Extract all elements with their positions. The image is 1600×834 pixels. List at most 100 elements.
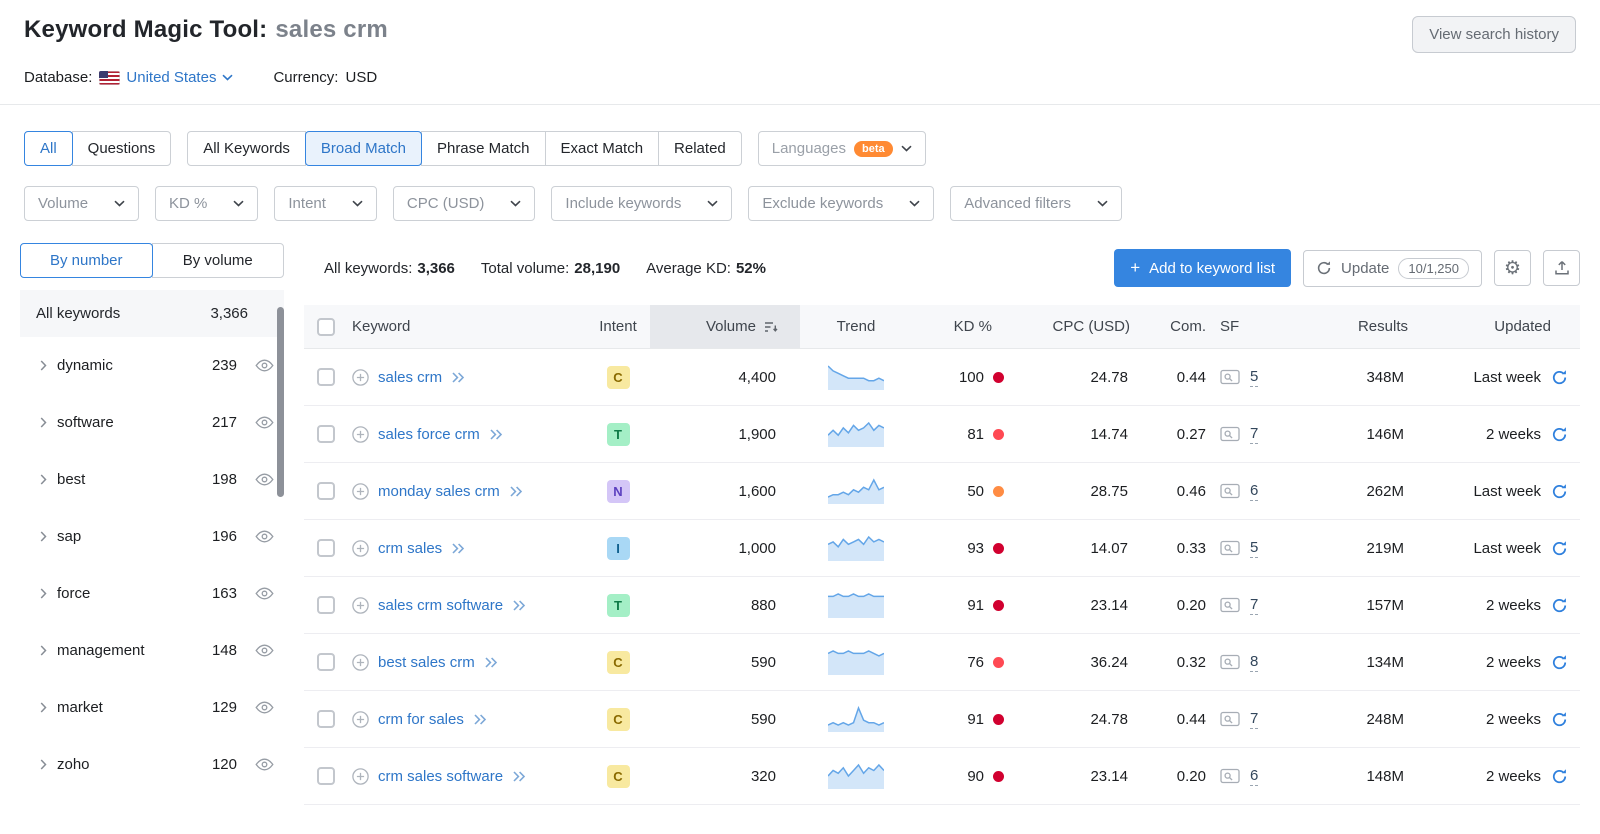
row-checkbox[interactable] xyxy=(317,539,335,557)
tab-phrase-match[interactable]: Phrase Match xyxy=(420,131,546,166)
sf-count[interactable]: 5 xyxy=(1250,539,1259,558)
sidebar-header[interactable]: All keywords 3,366 xyxy=(20,290,284,337)
sf-count[interactable]: 6 xyxy=(1250,767,1259,786)
serp-features-icon[interactable] xyxy=(1220,540,1240,556)
sidebar-scrollbar[interactable] xyxy=(277,307,284,497)
expand-keyword-icon[interactable] xyxy=(451,371,465,383)
refresh-icon[interactable] xyxy=(1551,426,1568,443)
expand-keyword-icon[interactable] xyxy=(489,428,503,440)
add-keyword-icon[interactable] xyxy=(352,539,369,557)
sf-count[interactable]: 7 xyxy=(1250,596,1259,615)
keyword-group-row[interactable]: best 198 xyxy=(20,451,284,508)
add-keyword-icon[interactable] xyxy=(352,710,369,728)
keyword-group-row[interactable]: market 129 xyxy=(20,679,284,736)
view-search-history-button[interactable]: View search history xyxy=(1412,16,1576,53)
serp-features-icon[interactable] xyxy=(1220,711,1240,727)
serp-features-icon[interactable] xyxy=(1220,654,1240,670)
col-trend[interactable]: Trend xyxy=(800,318,912,335)
row-checkbox[interactable] xyxy=(317,596,335,614)
col-kd[interactable]: KD % xyxy=(912,318,1012,335)
refresh-icon[interactable] xyxy=(1551,540,1568,557)
tab-broad-match[interactable]: Broad Match xyxy=(304,131,422,166)
col-com[interactable]: Com. xyxy=(1134,318,1210,335)
refresh-icon[interactable] xyxy=(1551,483,1568,500)
tab-questions[interactable]: Questions xyxy=(71,131,172,166)
keyword-group-row[interactable]: dynamic 239 xyxy=(20,337,284,394)
eye-icon[interactable] xyxy=(255,416,274,429)
row-checkbox[interactable] xyxy=(317,482,335,500)
keyword-link[interactable]: best sales crm xyxy=(378,654,475,671)
serp-features-icon[interactable] xyxy=(1220,768,1240,784)
eye-icon[interactable] xyxy=(255,473,274,486)
serp-features-icon[interactable] xyxy=(1220,597,1240,613)
refresh-icon[interactable] xyxy=(1551,597,1568,614)
add-keyword-icon[interactable] xyxy=(352,596,369,614)
row-checkbox[interactable] xyxy=(317,425,335,443)
tab-exact-match[interactable]: Exact Match xyxy=(544,131,660,166)
filter-dropdown[interactable]: Include keywords xyxy=(551,186,733,221)
filter-dropdown[interactable]: Advanced filters xyxy=(950,186,1122,221)
expand-keyword-icon[interactable] xyxy=(473,713,487,725)
select-all-checkbox[interactable] xyxy=(317,317,335,336)
tab-all[interactable]: All xyxy=(24,131,73,166)
col-volume[interactable]: Volume xyxy=(650,305,800,348)
col-results[interactable]: Results xyxy=(1300,318,1412,335)
sf-count[interactable]: 7 xyxy=(1250,710,1259,729)
keyword-link[interactable]: sales crm software xyxy=(378,597,503,614)
eye-icon[interactable] xyxy=(255,758,274,771)
add-keyword-icon[interactable] xyxy=(352,482,369,500)
settings-button[interactable]: ⚙ xyxy=(1494,250,1531,286)
expand-keyword-icon[interactable] xyxy=(484,656,498,668)
keyword-link[interactable]: crm for sales xyxy=(378,711,464,728)
keyword-group-row[interactable]: management 148 xyxy=(20,622,284,679)
serp-features-icon[interactable] xyxy=(1220,483,1240,499)
sf-count[interactable]: 5 xyxy=(1250,368,1259,387)
serp-features-icon[interactable] xyxy=(1220,426,1240,442)
eye-icon[interactable] xyxy=(255,359,274,372)
keyword-link[interactable]: crm sales xyxy=(378,540,442,557)
tab-related[interactable]: Related xyxy=(658,131,742,166)
keyword-group-row[interactable]: force 163 xyxy=(20,565,284,622)
toggle-by-volume[interactable]: By volume xyxy=(151,243,284,278)
filter-dropdown[interactable]: Intent xyxy=(274,186,377,221)
add-to-keyword-list-button[interactable]: + Add to keyword list xyxy=(1114,249,1292,287)
add-keyword-icon[interactable] xyxy=(352,425,369,443)
update-button[interactable]: Update 10/1,250 xyxy=(1303,249,1482,287)
row-checkbox[interactable] xyxy=(317,368,335,386)
add-keyword-icon[interactable] xyxy=(352,653,369,671)
sf-count[interactable]: 7 xyxy=(1250,425,1259,444)
refresh-icon[interactable] xyxy=(1551,654,1568,671)
add-keyword-icon[interactable] xyxy=(352,368,369,386)
eye-icon[interactable] xyxy=(255,644,274,657)
keyword-group-row[interactable]: zoho 120 xyxy=(20,736,284,793)
col-sf[interactable]: SF xyxy=(1210,318,1300,335)
row-checkbox[interactable] xyxy=(317,653,335,671)
keyword-link[interactable]: monday sales crm xyxy=(378,483,500,500)
sf-count[interactable]: 8 xyxy=(1250,653,1259,672)
filter-dropdown[interactable]: Exclude keywords xyxy=(748,186,935,221)
keyword-link[interactable]: sales crm xyxy=(378,369,442,386)
sf-count[interactable]: 6 xyxy=(1250,482,1259,501)
keyword-link[interactable]: sales force crm xyxy=(378,426,480,443)
filter-dropdown[interactable]: Volume xyxy=(24,186,140,221)
refresh-icon[interactable] xyxy=(1551,768,1568,785)
expand-keyword-icon[interactable] xyxy=(512,599,526,611)
expand-keyword-icon[interactable] xyxy=(512,770,526,782)
serp-features-icon[interactable] xyxy=(1220,369,1240,385)
col-updated[interactable]: Updated xyxy=(1412,318,1580,335)
toggle-by-number[interactable]: By number xyxy=(20,243,153,278)
row-checkbox[interactable] xyxy=(317,710,335,728)
filter-dropdown[interactable]: CPC (USD) xyxy=(392,186,536,221)
filter-dropdown[interactable]: KD % xyxy=(155,186,259,221)
expand-keyword-icon[interactable] xyxy=(451,542,465,554)
keyword-group-row[interactable]: sap 196 xyxy=(20,508,284,565)
expand-keyword-icon[interactable] xyxy=(509,485,523,497)
add-keyword-icon[interactable] xyxy=(352,767,369,785)
languages-dropdown[interactable]: Languages beta xyxy=(757,131,926,166)
tab-all-keywords[interactable]: All Keywords xyxy=(187,131,306,166)
col-keyword[interactable]: Keyword xyxy=(348,318,586,335)
keyword-link[interactable]: crm sales software xyxy=(378,768,503,785)
eye-icon[interactable] xyxy=(255,587,274,600)
eye-icon[interactable] xyxy=(255,701,274,714)
export-button[interactable] xyxy=(1543,250,1580,286)
